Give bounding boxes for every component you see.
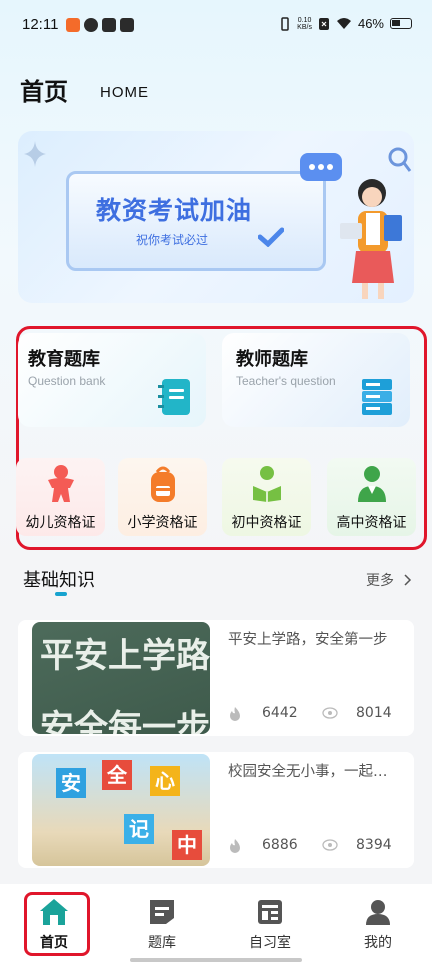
vibrate-icon: [281, 16, 289, 31]
network-speed-unit: KB/s: [297, 23, 312, 31]
section-indicator: [55, 592, 67, 596]
eye-icon: [322, 839, 338, 851]
nav-label: 自习室: [249, 935, 291, 951]
mail-icon: [102, 18, 116, 32]
banner-title: 教资考试加油: [96, 196, 253, 225]
network-speed-value: 0.10: [297, 16, 312, 24]
thumbnail-text: 记: [124, 814, 154, 844]
article-stats: 6442 8014: [228, 704, 408, 724]
nav-label: 题库: [148, 935, 176, 951]
article-title: 校园安全无小事，一起守护: [228, 764, 400, 780]
nav-profile[interactable]: 我的: [324, 884, 432, 964]
cert-label: 幼儿资格证: [25, 515, 96, 531]
cert-label: 小学资格证: [127, 515, 198, 531]
article-card[interactable]: 安 全 心 记 中 校园安全无小事，一起守护 6886 8394: [18, 752, 414, 868]
article-thumbnail: 安 全 心 记 中: [32, 754, 210, 866]
view-count: 8394: [356, 837, 392, 853]
view-count: 8014: [356, 705, 392, 721]
thumbnail-text: 安: [56, 768, 86, 798]
flame-icon: [230, 839, 240, 853]
thumbnail-text: 心: [150, 766, 180, 796]
thumbnail-text: 中: [172, 830, 202, 860]
status-time: 12:11: [22, 16, 59, 33]
bank-title: 教师题库: [236, 349, 308, 370]
promo-banner[interactable]: 教资考试加油 祝你考试必过: [18, 131, 414, 303]
student-icon: [357, 466, 386, 502]
page-subtitle: HOME: [100, 84, 149, 101]
bank-title: 教育题库: [28, 349, 100, 370]
close-box-icon: [318, 17, 329, 30]
section-title: 基础知识: [23, 570, 95, 591]
app-notification-icon: [66, 18, 80, 32]
bank-subtitle: Question bank: [28, 374, 106, 388]
battery-percent: 46%: [357, 16, 384, 31]
reader-icon: [252, 466, 281, 502]
cert-primary-school[interactable]: 小学资格证: [118, 458, 207, 536]
teacher-question-bank-card[interactable]: 教师题库 Teacher's question: [222, 333, 410, 427]
cert-junior-high[interactable]: 初中资格证: [222, 458, 311, 536]
like-count: 6886: [262, 837, 298, 853]
cert-senior-high[interactable]: 高中资格证: [327, 458, 416, 536]
banner-subtitle: 祝你考试必过: [136, 233, 209, 247]
backpack-icon: [150, 466, 175, 502]
cert-label: 高中资格证: [336, 515, 407, 531]
checkmark-icon: [258, 227, 284, 247]
teacher-illustration: [340, 179, 402, 299]
flame-icon: [230, 707, 240, 721]
notebook-icon: [158, 379, 190, 415]
study-room-icon: [258, 900, 282, 924]
cert-label: 初中资格证: [231, 515, 302, 531]
article-stats: 6886 8394: [228, 836, 408, 856]
thumbnail-text: 全: [102, 760, 132, 790]
page-title: 首页: [20, 78, 68, 106]
books-icon: [362, 379, 392, 415]
bank-subtitle: Teacher's question: [236, 374, 336, 388]
sparkle-icon: [24, 141, 46, 167]
nav-study-room[interactable]: 自习室: [216, 884, 324, 964]
article-title: 平安上学路，安全第一步: [228, 632, 388, 648]
chevron-right-icon: [404, 574, 412, 586]
network-speed: 0.10 KB/s: [297, 17, 312, 31]
wifi-icon: [336, 18, 351, 29]
more-link[interactable]: 更多: [366, 570, 412, 590]
status-bar: 12:11 0.10 KB/s 46%: [0, 0, 432, 50]
education-question-bank-card[interactable]: 教育题库 Question bank: [18, 333, 206, 427]
like-count: 6442: [262, 705, 298, 721]
cert-kindergarten[interactable]: 幼儿资格证: [16, 458, 105, 536]
nav-label: 我的: [364, 935, 392, 951]
magnifier-icon: [388, 147, 412, 172]
article-thumbnail: 平安上学路 安全每一步: [32, 622, 210, 734]
play-icon: [120, 18, 134, 32]
status-right: 0.10 KB/s 46%: [279, 16, 412, 31]
thumbnail-text: 平安上学路: [40, 636, 210, 676]
child-icon: [47, 465, 74, 502]
question-bank-icon: [150, 900, 174, 924]
eye-icon: [322, 707, 338, 719]
nav-selection-highlight: [24, 892, 90, 956]
thumbnail-text: 安全每一步: [40, 708, 210, 734]
chat-bubble-icon: [300, 153, 342, 181]
battery-icon: [390, 18, 412, 29]
cloud-icon: [84, 18, 98, 32]
nav-question-bank[interactable]: 题库: [108, 884, 216, 964]
profile-icon: [366, 900, 390, 925]
more-label: 更多: [366, 573, 394, 589]
home-indicator[interactable]: [130, 958, 302, 962]
article-card[interactable]: 平安上学路 安全每一步 平安上学路，安全第一步 6442 8014: [18, 620, 414, 736]
